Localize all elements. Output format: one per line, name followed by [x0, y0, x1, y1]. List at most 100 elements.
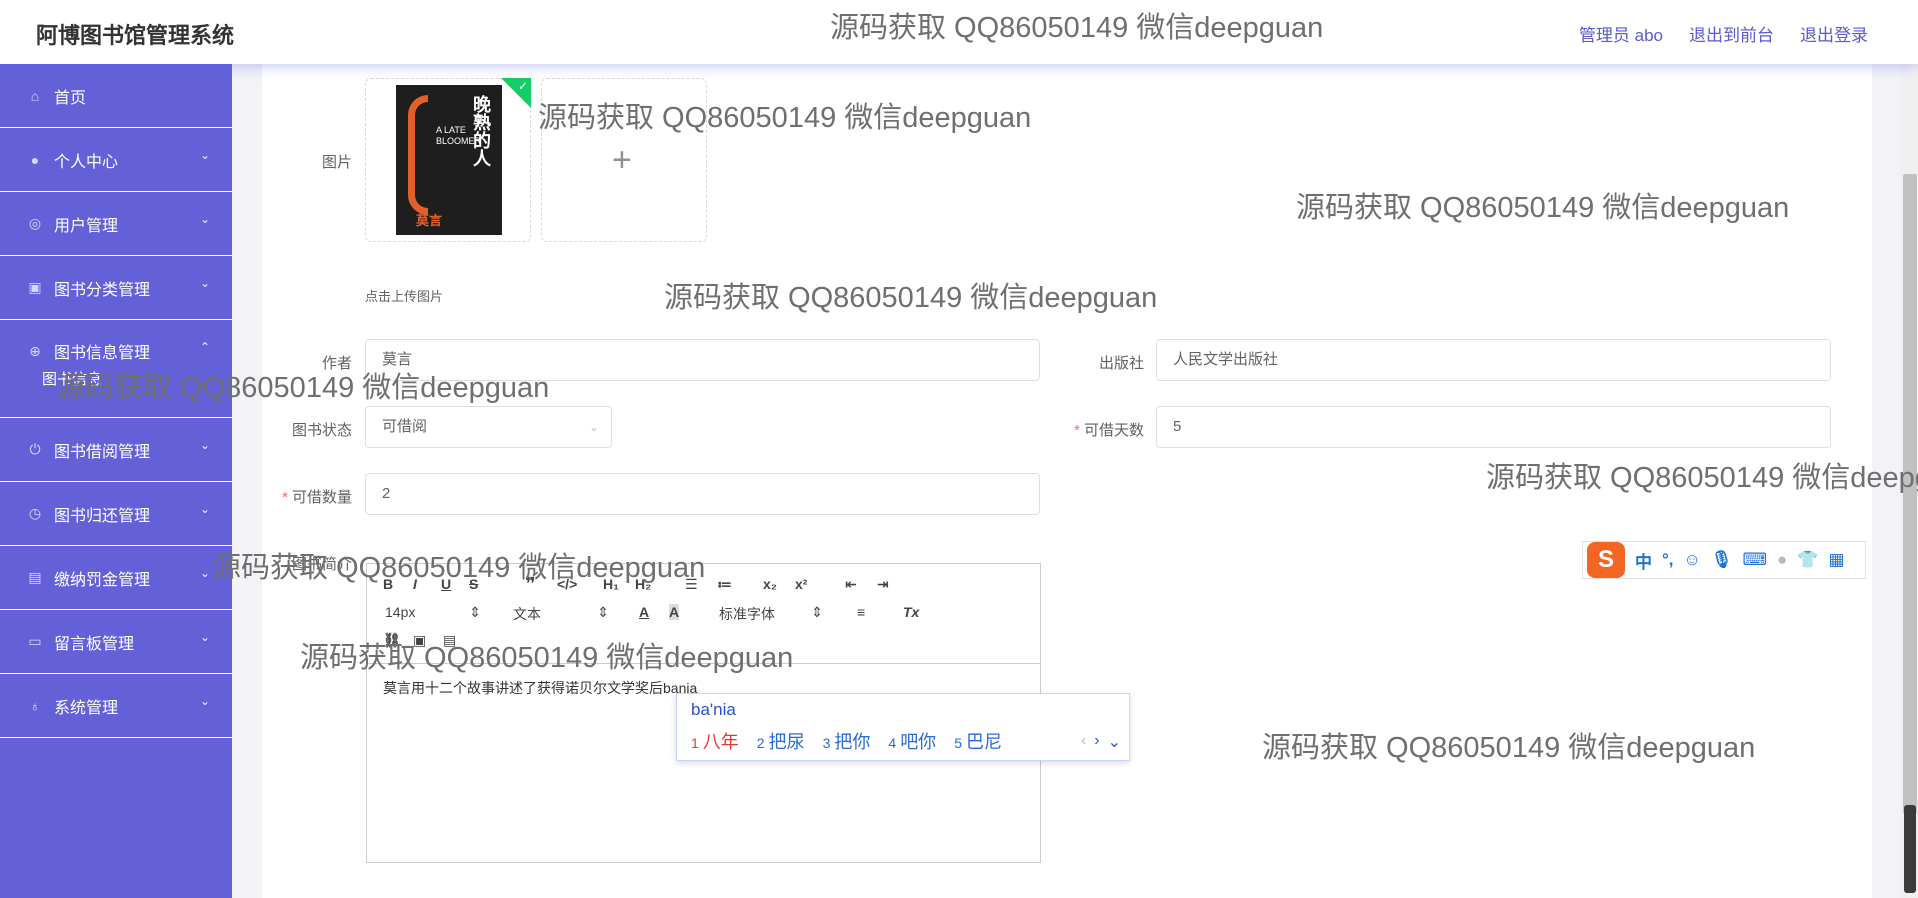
chevron-down-icon: ⌄	[199, 694, 210, 708]
status-label: 图书状态	[291, 422, 352, 439]
image-icon[interactable]: ▣	[413, 632, 426, 649]
power-icon: ⏻	[29, 441, 41, 457]
candidate-number: 5	[954, 735, 962, 751]
cover-english-title: A LATE BLOOMER	[436, 125, 482, 146]
upload-add-button[interactable]: +	[541, 78, 707, 242]
chevron-down-icon: ⌄	[199, 566, 210, 580]
candidate-text: 把你	[834, 732, 871, 752]
indent-icon[interactable]: ⇥	[877, 576, 889, 593]
italic-icon[interactable]: I	[413, 576, 417, 592]
sidebar-item-fines[interactable]: ▤ 缴纳罚金管理 ⌄	[0, 546, 232, 610]
font-size-value: 14px	[385, 604, 416, 620]
sidebar-item-messages[interactable]: ▭ 留言板管理 ⌄	[0, 610, 232, 674]
next-page-icon[interactable]: ›	[1094, 732, 1099, 752]
sidebar-item-label: 留言板管理	[54, 635, 135, 653]
h2-icon[interactable]: H₂	[635, 576, 651, 592]
candidate-number: 4	[888, 735, 897, 751]
page-scrollbar[interactable]	[1900, 64, 1918, 898]
subscript-icon[interactable]: x₂	[763, 576, 777, 592]
superscript-icon[interactable]: x²	[795, 576, 807, 592]
outdent-icon[interactable]: ⇤	[845, 576, 857, 593]
bullet-list-icon[interactable]: ≔	[717, 576, 732, 593]
voice-icon[interactable]: 🎙	[1711, 550, 1733, 570]
chevron-down-icon: ⌄	[199, 212, 210, 226]
sidebar-item-category[interactable]: ▣ 图书分类管理 ⌄	[0, 256, 232, 320]
ordered-list-icon[interactable]: ☰	[685, 576, 698, 593]
image-label: 图片	[321, 154, 352, 171]
days-input[interactable]: 5	[1156, 406, 1831, 448]
select-arrows-icon: ⇕	[811, 604, 823, 620]
expand-icon[interactable]: ⌄	[1108, 732, 1121, 752]
ime-mode-toggle[interactable]: 中	[1635, 548, 1652, 573]
ime-candidate[interactable]: 1 八年	[691, 728, 739, 754]
author-label: 作者	[321, 355, 352, 372]
sidebar: ⌂ 首页 ● 个人中心 ⌄ ◎ 用户管理 ⌄ ▣ 图书分类管理 ⌄ ⊕ 图书信息…	[0, 64, 232, 898]
bold-icon[interactable]: B	[383, 576, 393, 592]
secondary-scroll-thumb[interactable]	[1904, 805, 1916, 893]
sidebar-item-label: 缴纳罚金管理	[54, 571, 151, 589]
candidate-text: 巴尼	[965, 732, 1002, 752]
background-color-icon[interactable]: A	[669, 604, 680, 620]
align-icon[interactable]: ≡	[857, 604, 865, 620]
link-icon[interactable]: ⛓	[383, 632, 401, 649]
sidebar-item-label: 个人中心	[54, 153, 119, 171]
skin-icon[interactable]: 👕	[1797, 550, 1818, 570]
sidebar-item-label: 系统管理	[54, 699, 119, 717]
chevron-up-icon: ⌃	[199, 340, 210, 354]
ime-punct-toggle[interactable]: °,	[1662, 550, 1674, 570]
logout-link[interactable]: 退出登录	[1800, 21, 1868, 46]
font-family-select[interactable]: 标准字体 ⇕	[719, 604, 823, 624]
days-label: * 可借天数	[1074, 422, 1144, 439]
user-icon: ●	[30, 151, 40, 168]
ime-composition: ba'nia	[691, 700, 736, 719]
sidebar-item-home[interactable]: ⌂ 首页	[0, 64, 232, 128]
ime-candidate[interactable]: 2 把尿	[757, 728, 805, 754]
candidate-text: 八年	[702, 732, 739, 752]
font-size-select[interactable]: 14px ⇕	[385, 604, 481, 620]
quote-icon[interactable]: ❞	[525, 574, 536, 595]
scrollbar-thumb[interactable]	[1903, 174, 1917, 814]
message-icon: ▭	[28, 633, 42, 649]
ime-nav: ‹ › ⌄	[1081, 732, 1121, 752]
cover-art	[408, 95, 428, 215]
sidebar-item-borrow[interactable]: ⏻ 图书借阅管理 ⌄	[0, 418, 232, 482]
sidebar-item-return[interactable]: ◷ 图书归还管理 ⌄	[0, 482, 232, 546]
code-icon[interactable]: </>	[557, 576, 577, 592]
ime-candidate[interactable]: 3 把你	[823, 728, 871, 754]
sidebar-item-users[interactable]: ◎ 用户管理 ⌄	[0, 192, 232, 256]
keyboard-icon[interactable]: ⌨	[1742, 550, 1767, 570]
user-icon[interactable]: ●	[1777, 550, 1787, 570]
prev-page-icon[interactable]: ‹	[1081, 732, 1086, 752]
toolbox-icon[interactable]: ▦	[1828, 550, 1844, 570]
h1-icon[interactable]: H₁	[603, 576, 619, 592]
candidate-number: 3	[822, 735, 831, 751]
qty-input[interactable]: 2	[365, 473, 1040, 515]
ime-candidate[interactable]: 4 吧你	[888, 728, 936, 754]
qty-label: * 可借数量	[282, 489, 352, 506]
sidebar-item-profile[interactable]: ● 个人中心 ⌄	[0, 128, 232, 192]
plus-icon: +	[612, 141, 632, 179]
sidebar-item-system[interactable]: ♁ 系统管理 ⌄	[0, 674, 232, 738]
uploaded-image-card[interactable]: 晚熟的人 A LATE BLOOMER 莫言 ✓	[365, 78, 531, 242]
home-icon: ⌂	[30, 87, 40, 104]
book-icon: ⊕	[29, 342, 41, 359]
text-color-icon[interactable]: A	[639, 604, 649, 620]
select-arrows-icon: ⇕	[469, 604, 481, 620]
ime-candidate[interactable]: 5 巴尼	[954, 728, 1002, 754]
video-icon[interactable]: ▤	[443, 632, 456, 649]
editor-toolbar: B I U S ❞ </> H₁ H₂ ☰ ≔ x₂ x² ⇤ ⇥ 14px ⇕ …	[367, 564, 1040, 664]
chevron-down-icon: ⌄	[199, 502, 210, 516]
candidate-number: 2	[756, 735, 765, 751]
clear-format-icon[interactable]: Tx	[903, 604, 919, 620]
publisher-input[interactable]: 人民文学出版社	[1156, 339, 1831, 381]
author-input[interactable]: 莫言	[365, 339, 1040, 381]
back-to-front-link[interactable]: 退出到前台	[1689, 21, 1774, 46]
strike-icon[interactable]: S	[469, 576, 478, 592]
upload-hint: 点击上传图片	[365, 289, 444, 304]
underline-icon[interactable]: U	[441, 576, 451, 592]
sogou-logo-icon[interactable]: S	[1587, 542, 1625, 578]
status-select[interactable]: 可借阅 ⌄	[365, 406, 612, 448]
sidebar-item-book-info[interactable]: ⊕ 图书信息管理 ⌃	[0, 320, 232, 382]
emoji-icon[interactable]: ☺	[1684, 550, 1701, 570]
block-type-select[interactable]: 文本 ⇕	[513, 604, 609, 624]
